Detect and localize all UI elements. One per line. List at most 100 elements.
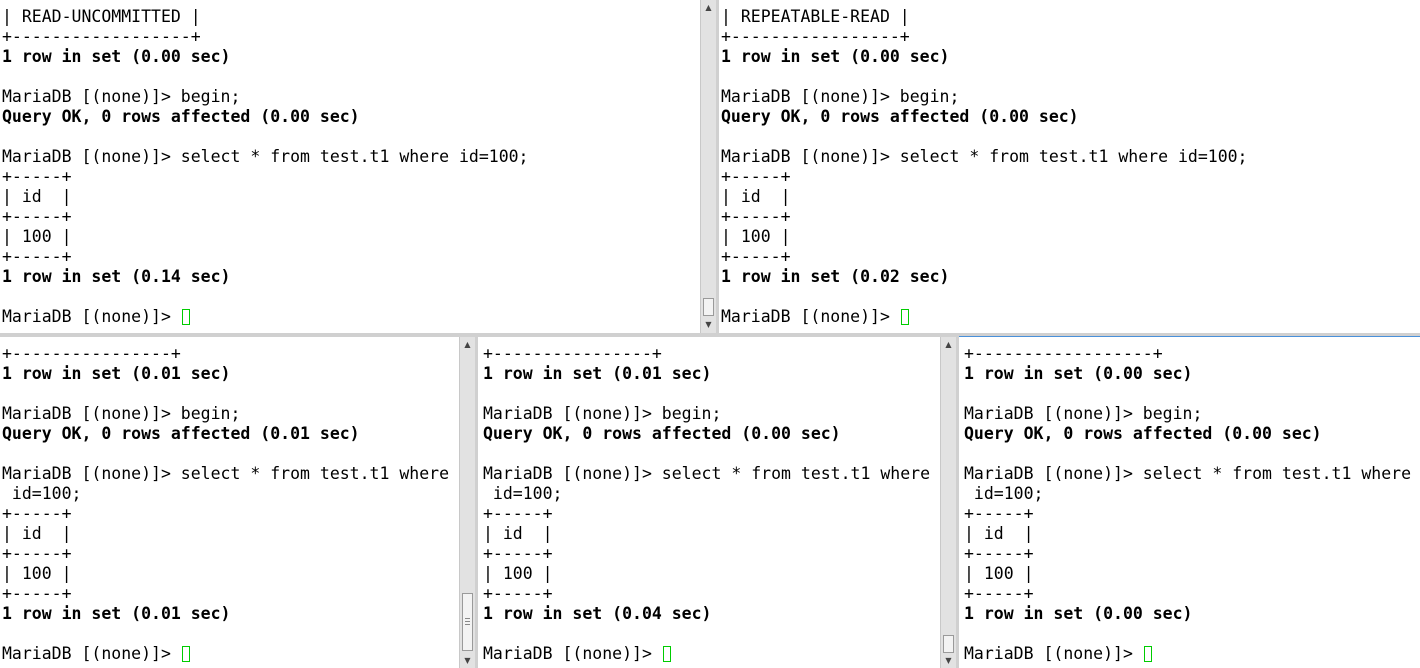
terminal-line: Query OK, 0 rows affected (0.00 sec) bbox=[2, 107, 360, 126]
terminal-line: +-----+ bbox=[483, 584, 553, 603]
terminal-line: MariaDB [(none)]> begin; bbox=[964, 404, 1203, 423]
cursor-icon bbox=[1143, 646, 1152, 662]
prompt-line[interactable]: MariaDB [(none)]> bbox=[2, 644, 459, 664]
terminal-line: | id | bbox=[964, 524, 1034, 543]
terminal-line: +-----+ bbox=[2, 247, 72, 266]
terminal-output: +----------------+ 1 row in set (0.01 sec… bbox=[0, 344, 459, 664]
prompt-text: MariaDB [(none)]> bbox=[964, 644, 1143, 663]
cursor-icon bbox=[181, 309, 190, 325]
terminal-pane-top-left[interactable]: | READ-UNCOMMITTED | +------------------+… bbox=[0, 0, 700, 333]
triangle-down-icon[interactable]: ▼ bbox=[701, 318, 716, 332]
terminal-line: MariaDB [(none)]> begin; bbox=[721, 87, 960, 106]
triangle-up-icon[interactable]: ▲ bbox=[460, 338, 475, 352]
prompt-text: MariaDB [(none)]> bbox=[2, 307, 181, 326]
terminal-line: +----------------+ bbox=[2, 344, 181, 363]
prompt-line[interactable]: MariaDB [(none)]> bbox=[721, 307, 1420, 327]
scrollbar-thumb[interactable] bbox=[703, 298, 714, 316]
terminal-output: | READ-UNCOMMITTED | +------------------+… bbox=[0, 7, 700, 327]
terminal-pane-top-right[interactable]: | REPEATABLE-READ | +-----------------+ 1 … bbox=[719, 0, 1420, 333]
terminal-line: | id | bbox=[721, 187, 791, 206]
scrollbar-thumb[interactable] bbox=[462, 593, 473, 651]
terminal-line: | id | bbox=[2, 524, 72, 543]
triangle-up-icon[interactable]: ▲ bbox=[941, 338, 956, 352]
terminal-line: | 100 | bbox=[964, 564, 1034, 583]
terminal-output: +------------------+ 1 row in set (0.00 s… bbox=[959, 344, 1420, 664]
terminal-line: +------------------+ bbox=[2, 27, 201, 46]
terminal-line: | id | bbox=[2, 187, 72, 206]
terminal-line: +-----+ bbox=[2, 504, 72, 523]
terminal-line: 1 row in set (0.01 sec) bbox=[2, 364, 231, 383]
terminal-line: 1 row in set (0.01 sec) bbox=[2, 604, 231, 623]
terminal-line: +-----+ bbox=[964, 584, 1034, 603]
cursor-icon bbox=[900, 309, 909, 325]
terminal-line: Query OK, 0 rows affected (0.01 sec) bbox=[2, 424, 360, 443]
terminal-line: +----------------+ bbox=[483, 344, 662, 363]
terminal-line: id=100; bbox=[483, 484, 563, 503]
terminal-pane-bottom-right[interactable]: +------------------+ 1 row in set (0.00 s… bbox=[959, 336, 1420, 668]
terminal-output: +----------------+ 1 row in set (0.01 sec… bbox=[478, 344, 940, 664]
terminal-line: MariaDB [(none)]> begin; bbox=[2, 87, 241, 106]
cursor-icon bbox=[181, 646, 190, 662]
terminal-line: +------------------+ bbox=[964, 344, 1163, 363]
terminal-line: Query OK, 0 rows affected (0.00 sec) bbox=[964, 424, 1322, 443]
terminal-line: MariaDB [(none)]> select * from test.t1 … bbox=[721, 147, 1248, 166]
scrollbar-bottom-middle[interactable]: ▲ ▼ bbox=[940, 337, 956, 668]
terminal-line: | 100 | bbox=[483, 564, 553, 583]
terminal-line: MariaDB [(none)]> begin; bbox=[2, 404, 241, 423]
terminal-line: +-----+ bbox=[483, 504, 553, 523]
terminal-line: 1 row in set (0.14 sec) bbox=[2, 267, 231, 286]
terminal-line: | 100 | bbox=[2, 564, 72, 583]
terminal-line: +-----------------+ bbox=[721, 27, 910, 46]
terminal-line: Query OK, 0 rows affected (0.00 sec) bbox=[483, 424, 841, 443]
terminal-line: id=100; bbox=[964, 484, 1044, 503]
terminal-line: 1 row in set (0.00 sec) bbox=[721, 47, 950, 66]
triangle-up-icon[interactable]: ▲ bbox=[701, 1, 716, 15]
terminal-line: Query OK, 0 rows affected (0.00 sec) bbox=[721, 107, 1079, 126]
terminal-pane-bottom-middle[interactable]: +----------------+ 1 row in set (0.01 sec… bbox=[478, 337, 940, 668]
terminal-line: +-----+ bbox=[483, 544, 553, 563]
cursor-icon bbox=[662, 646, 671, 662]
prompt-line[interactable]: MariaDB [(none)]> bbox=[483, 644, 940, 664]
terminal-line: +-----+ bbox=[721, 207, 791, 226]
terminal-line: +-----+ bbox=[2, 544, 72, 563]
terminal-line: MariaDB [(none)]> select * from test.t1 … bbox=[2, 147, 529, 166]
prompt-line[interactable]: MariaDB [(none)]> bbox=[2, 307, 700, 327]
terminal-line: | id | bbox=[483, 524, 553, 543]
triangle-down-icon[interactable]: ▼ bbox=[460, 654, 475, 668]
terminal-line: 1 row in set (0.00 sec) bbox=[2, 47, 231, 66]
terminal-output: | REPEATABLE-READ | +-----------------+ 1 … bbox=[719, 7, 1420, 327]
terminal-line: +-----+ bbox=[2, 207, 72, 226]
terminal-line: MariaDB [(none)]> select * from test.t1 … bbox=[2, 464, 450, 483]
scrollbar-top-left[interactable]: ▲ ▼ bbox=[700, 0, 716, 333]
triangle-down-icon[interactable]: ▼ bbox=[941, 654, 956, 668]
prompt-line[interactable]: MariaDB [(none)]> bbox=[964, 644, 1420, 664]
terminal-pane-bottom-left[interactable]: +----------------+ 1 row in set (0.01 sec… bbox=[0, 337, 459, 668]
terminal-line: | REPEATABLE-READ | bbox=[721, 7, 910, 26]
scrollbar-thumb[interactable] bbox=[943, 635, 954, 653]
terminal-line: | 100 | bbox=[2, 227, 72, 246]
terminal-line: | 100 | bbox=[721, 227, 791, 246]
terminal-line: MariaDB [(none)]> select * from test.t1 … bbox=[964, 464, 1412, 483]
terminal-line: 1 row in set (0.04 sec) bbox=[483, 604, 712, 623]
terminal-line: +-----+ bbox=[964, 504, 1034, 523]
scrollbar-bottom-left[interactable]: ▲ ▼ bbox=[459, 337, 475, 668]
terminal-line: 1 row in set (0.01 sec) bbox=[483, 364, 712, 383]
terminal-line: +-----+ bbox=[2, 167, 72, 186]
terminal-line: MariaDB [(none)]> begin; bbox=[483, 404, 722, 423]
terminal-line: 1 row in set (0.02 sec) bbox=[721, 267, 950, 286]
